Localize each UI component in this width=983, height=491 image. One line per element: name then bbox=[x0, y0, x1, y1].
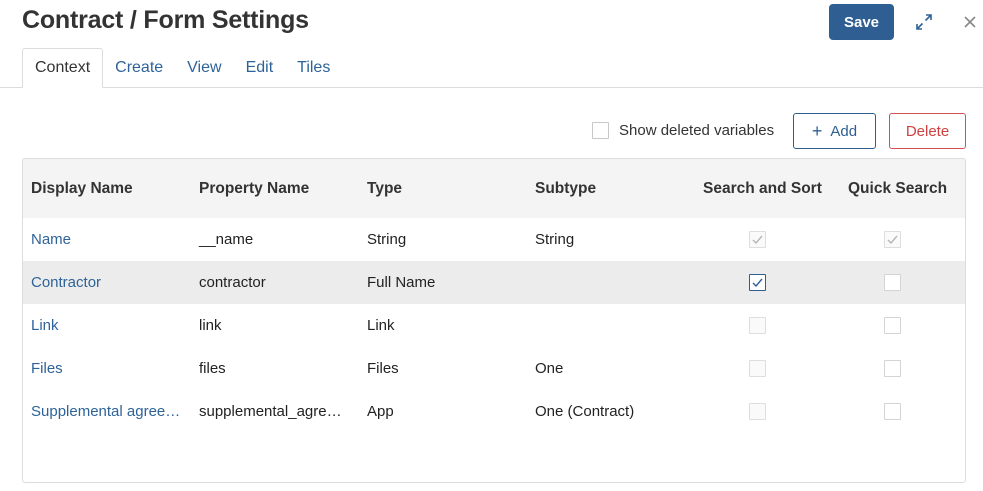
column-header-subtype[interactable]: Subtype bbox=[535, 159, 596, 218]
cell-type: App bbox=[367, 403, 394, 420]
show-deleted-label: Show deleted variables bbox=[619, 122, 775, 139]
cell-display-name[interactable]: Link bbox=[31, 304, 59, 347]
cell-type: Files bbox=[367, 360, 399, 377]
cell-subtype: One (Contract) bbox=[535, 403, 635, 420]
table-row[interactable]: Name __name String String bbox=[23, 218, 965, 261]
expand-icon[interactable] bbox=[914, 12, 934, 32]
search-sort-checkbox bbox=[749, 231, 766, 248]
tab-tiles[interactable]: Tiles bbox=[285, 48, 342, 88]
cell-type: String bbox=[367, 231, 407, 248]
column-header-search-sort[interactable]: Search and Sort bbox=[703, 159, 822, 218]
add-button-label: Add bbox=[830, 122, 858, 140]
table-row[interactable]: Supplemental agree… supplemental_agre… App… bbox=[23, 390, 965, 433]
column-header-display-name[interactable]: Display Name bbox=[31, 159, 133, 218]
tab-context[interactable]: Context bbox=[22, 48, 104, 88]
quick-search-checkbox[interactable] bbox=[884, 274, 901, 291]
table-header: Display Name Property Name Type Subtype … bbox=[23, 159, 965, 218]
tab-edit[interactable]: Edit bbox=[234, 48, 286, 88]
cell-property-name: supplemental_agre… bbox=[199, 403, 342, 420]
quick-search-checkbox[interactable] bbox=[884, 403, 901, 420]
table-row[interactable]: Files files Files One bbox=[23, 347, 965, 390]
page-title: Contract / Form Settings bbox=[22, 6, 309, 34]
column-header-type[interactable]: Type bbox=[367, 159, 402, 218]
cell-property-name: contractor bbox=[199, 274, 266, 291]
quick-search-checkbox bbox=[884, 231, 901, 248]
column-header-quick-search[interactable]: Quick Search bbox=[848, 159, 947, 218]
delete-button[interactable]: Delete bbox=[889, 113, 966, 149]
table-row[interactable]: Link link Link bbox=[23, 304, 965, 347]
cell-subtype: One bbox=[535, 360, 564, 377]
search-sort-checkbox bbox=[749, 317, 766, 334]
close-icon[interactable] bbox=[960, 12, 980, 32]
tab-bar: Context Create View Edit Tiles bbox=[22, 48, 342, 88]
plus-icon: + bbox=[811, 121, 823, 141]
cell-type: Link bbox=[367, 317, 395, 334]
cell-property-name: files bbox=[199, 360, 226, 377]
show-deleted-toggle[interactable]: Show deleted variables bbox=[592, 122, 774, 139]
cell-subtype: String bbox=[535, 231, 575, 248]
quick-search-checkbox[interactable] bbox=[884, 317, 901, 334]
show-deleted-checkbox[interactable] bbox=[592, 122, 609, 139]
search-sort-checkbox bbox=[749, 360, 766, 377]
cell-display-name[interactable]: Contractor bbox=[31, 261, 101, 304]
tab-create[interactable]: Create bbox=[103, 48, 175, 88]
tab-view[interactable]: View bbox=[175, 48, 233, 88]
cell-display-name[interactable]: Name bbox=[31, 218, 71, 261]
table-row[interactable]: Contractor contractor Full Name bbox=[23, 261, 965, 304]
tabs-divider bbox=[0, 87, 983, 88]
quick-search-checkbox[interactable] bbox=[884, 360, 901, 377]
cell-type: Full Name bbox=[367, 274, 436, 291]
search-sort-checkbox[interactable] bbox=[749, 274, 766, 291]
cell-property-name: link bbox=[199, 317, 222, 334]
cell-display-name[interactable]: Files bbox=[31, 347, 63, 390]
add-button[interactable]: + Add bbox=[793, 113, 876, 149]
cell-display-name[interactable]: Supplemental agree… bbox=[31, 390, 180, 433]
search-sort-checkbox bbox=[749, 403, 766, 420]
save-button[interactable]: Save bbox=[829, 4, 894, 40]
cell-property-name: __name bbox=[199, 231, 254, 248]
variables-table: Display Name Property Name Type Subtype … bbox=[22, 158, 966, 483]
column-header-property-name[interactable]: Property Name bbox=[199, 159, 309, 218]
